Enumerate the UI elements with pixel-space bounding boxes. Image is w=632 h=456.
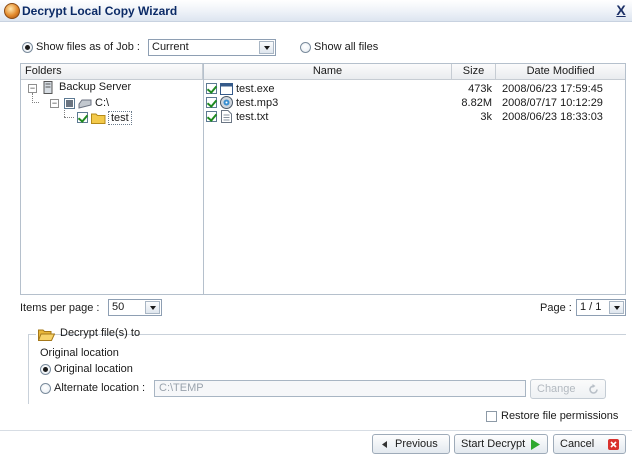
exe-window-icon [220, 83, 233, 95]
show-as-of-job-radio[interactable] [22, 42, 33, 53]
date-column-header[interactable]: Date Modified [496, 64, 625, 80]
original-location-radio[interactable] [40, 364, 51, 375]
text-document-icon [221, 110, 232, 123]
divider [0, 430, 632, 431]
original-location-label: Original location [54, 363, 133, 375]
change-label: Change [537, 383, 576, 395]
file-list: Name Size Date Modified test.exe 473k 20… [203, 63, 626, 295]
group-border [28, 334, 29, 404]
folders-header: Folders [21, 64, 203, 80]
cancel-button[interactable]: Cancel [553, 434, 626, 454]
decrypt-group-title: Decrypt file(s) to [36, 327, 140, 343]
chevron-down-icon[interactable] [145, 301, 160, 314]
open-folder-icon [38, 329, 55, 341]
start-decrypt-button[interactable]: Start Decrypt [454, 434, 548, 454]
collapse-toggle[interactable]: − [28, 84, 37, 93]
file-name: test.txt [236, 111, 269, 123]
folder-icon [91, 113, 106, 124]
close-button[interactable]: X [614, 2, 628, 18]
decrypt-to-label: Decrypt file(s) to [60, 327, 141, 339]
drive-checkbox[interactable] [64, 98, 75, 109]
show-as-of-job-label: Show files as of Job : [36, 41, 140, 53]
file-size: 473k [468, 83, 492, 95]
items-per-page-select[interactable]: 50 [108, 299, 162, 316]
tree-connector [64, 117, 74, 118]
file-size: 3k [480, 111, 492, 123]
start-decrypt-label: Start Decrypt [461, 438, 526, 450]
file-date: 2008/06/23 17:59:45 [502, 83, 603, 95]
server-icon [43, 81, 53, 94]
page-select[interactable]: 1 / 1 [576, 299, 626, 316]
collapse-toggle[interactable]: − [50, 99, 59, 108]
page-label: Page : [540, 302, 572, 314]
file-date: 2008/07/17 10:12:29 [502, 97, 603, 109]
title-bar: Decrypt Local Copy Wizard X [0, 0, 632, 22]
items-per-page-value: 50 [112, 301, 125, 313]
alternate-location-input[interactable]: C:\TEMP [154, 380, 526, 397]
job-select-value: Current [152, 41, 189, 53]
change-button[interactable]: Change [530, 379, 606, 399]
cancel-label: Cancel [560, 438, 595, 450]
previous-label: Previous [395, 438, 438, 450]
size-column-header[interactable]: Size [452, 64, 496, 80]
restore-permissions-checkbox[interactable] [486, 411, 497, 422]
chevron-down-icon[interactable] [609, 301, 624, 314]
previous-button[interactable]: Previous [372, 434, 450, 454]
job-select[interactable]: Current [148, 39, 276, 56]
file-row[interactable]: test.mp3 8.82M 2008/07/17 10:12:29 [204, 96, 625, 110]
play-arrow-icon [531, 439, 540, 450]
drive-icon [78, 99, 92, 109]
alternate-location-label: Alternate location : [54, 382, 146, 394]
app-globe-icon [4, 3, 20, 19]
file-checkbox[interactable] [206, 97, 217, 108]
tree-connector [32, 102, 39, 103]
name-column-header[interactable]: Name [204, 64, 452, 80]
folder-checkbox[interactable] [77, 112, 88, 123]
items-per-page-label: Items per page : [20, 302, 100, 314]
refresh-icon [589, 384, 598, 394]
show-all-files-radio[interactable] [300, 42, 311, 53]
window-title: Decrypt Local Copy Wizard [22, 4, 178, 18]
restore-permissions-label: Restore file permissions [501, 410, 619, 422]
tree-node-backup-server[interactable]: Backup Server [59, 81, 131, 93]
tree-node-drive-c[interactable]: C:\ [95, 97, 109, 109]
file-size: 8.82M [461, 97, 492, 109]
file-row[interactable]: test.exe 473k 2008/06/23 17:59:45 [204, 82, 625, 96]
folder-tree: Folders − Backup Server − C:\ test [20, 63, 203, 295]
file-name: test.exe [236, 83, 275, 95]
file-checkbox[interactable] [206, 83, 217, 94]
file-checkbox[interactable] [206, 111, 217, 122]
arrow-left-icon [382, 441, 387, 448]
tree-node-test[interactable]: test [108, 111, 132, 125]
audio-cd-icon [220, 96, 233, 109]
alternate-location-radio[interactable] [40, 383, 51, 394]
current-location-text: Original location [40, 347, 119, 359]
file-date: 2008/06/23 18:33:03 [502, 111, 603, 123]
chevron-down-icon[interactable] [259, 41, 274, 54]
file-row[interactable]: test.txt 3k 2008/06/23 18:33:03 [204, 110, 625, 124]
cancel-x-icon [608, 439, 619, 450]
page-value: 1 / 1 [580, 301, 602, 313]
file-name: test.mp3 [236, 97, 279, 109]
show-all-files-label: Show all files [314, 41, 379, 53]
